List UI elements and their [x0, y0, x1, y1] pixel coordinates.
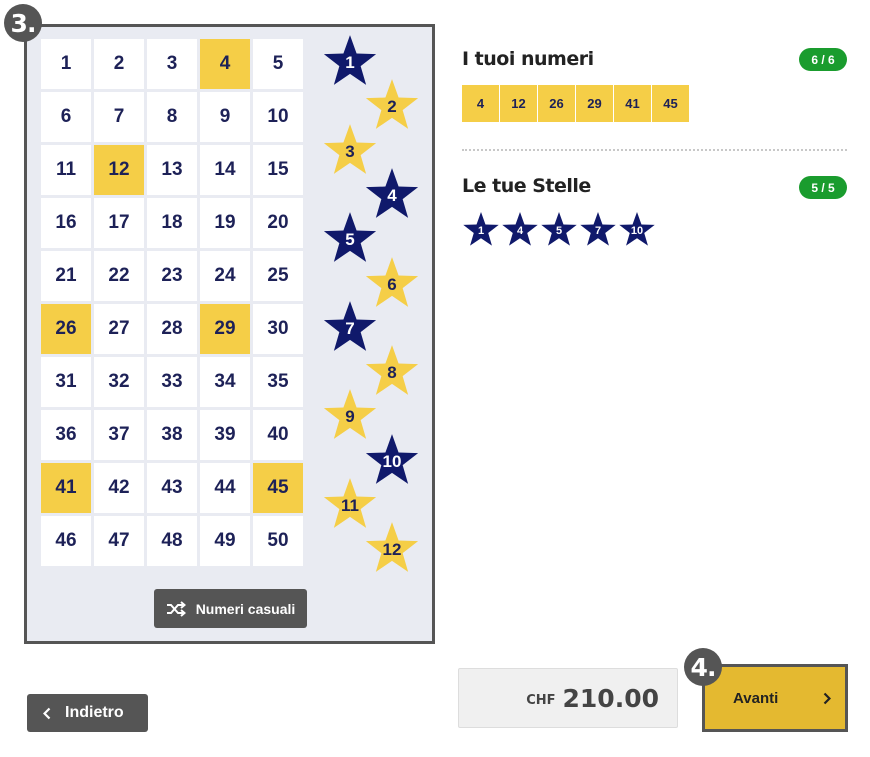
chosen-star: 4	[501, 211, 539, 248]
chosen-star: 5	[540, 211, 578, 248]
number-cell-33[interactable]: 33	[147, 357, 197, 407]
number-cell-38[interactable]: 38	[147, 410, 197, 460]
number-cell-35[interactable]: 35	[253, 357, 303, 407]
number-cell-34[interactable]: 34	[200, 357, 250, 407]
number-cell-30[interactable]: 30	[253, 304, 303, 354]
number-cell-12[interactable]: 12	[94, 145, 144, 195]
number-cell-20[interactable]: 20	[253, 198, 303, 248]
number-cell-32[interactable]: 32	[94, 357, 144, 407]
number-cell-10[interactable]: 10	[253, 92, 303, 142]
number-cell-42[interactable]: 42	[94, 463, 144, 513]
number-cell-5[interactable]: 5	[253, 39, 303, 89]
number-cell-41[interactable]: 41	[41, 463, 91, 513]
number-cell-1[interactable]: 1	[41, 39, 91, 89]
number-cell-25[interactable]: 25	[253, 251, 303, 301]
price-box: CHF 210.00	[458, 668, 678, 728]
price-value: 210.00	[562, 683, 659, 713]
number-cell-4[interactable]: 4	[200, 39, 250, 89]
star-button-12[interactable]: 12	[364, 521, 420, 575]
section-divider	[462, 149, 847, 151]
random-numbers-button[interactable]: Numeri casuali	[154, 589, 307, 628]
number-cell-14[interactable]: 14	[200, 145, 250, 195]
random-numbers-label: Numeri casuali	[195, 600, 296, 617]
star-number: 12	[382, 540, 402, 560]
chosen-star: 1	[462, 211, 500, 248]
number-cell-23[interactable]: 23	[147, 251, 197, 301]
next-button[interactable]: Avanti	[702, 664, 848, 732]
next-label: Avanti	[733, 689, 779, 707]
chosen-star-number: 7	[594, 225, 602, 237]
chosen-star-number: 4	[516, 225, 524, 237]
number-cell-3[interactable]: 3	[147, 39, 197, 89]
number-cell-15[interactable]: 15	[253, 145, 303, 195]
number-cell-24[interactable]: 24	[200, 251, 250, 301]
number-board: 1 2 3 4 5 6 7 8 9 10 11 12 13 14 15 16 17 18 19 20 21 22 23 24 2…	[24, 24, 435, 644]
number-cell-39[interactable]: 39	[200, 410, 250, 460]
chosen-number-chip: 45	[652, 85, 689, 122]
chosen-number-chip: 26	[538, 85, 575, 122]
number-cell-26[interactable]: 26	[41, 304, 91, 354]
numbers-count-badge: 6 / 6	[799, 48, 847, 71]
number-cell-28[interactable]: 28	[147, 304, 197, 354]
number-cell-19[interactable]: 19	[200, 198, 250, 248]
number-cell-40[interactable]: 40	[253, 410, 303, 460]
numbers-title: I tuoi numeri	[462, 48, 594, 70]
number-cell-21[interactable]: 21	[41, 251, 91, 301]
chosen-stars-list: 1 4 5 7 10	[462, 211, 656, 248]
number-cell-7[interactable]: 7	[94, 92, 144, 142]
number-cell-9[interactable]: 9	[200, 92, 250, 142]
chosen-star-number: 1	[477, 225, 485, 237]
number-cell-36[interactable]: 36	[41, 410, 91, 460]
number-cell-22[interactable]: 22	[94, 251, 144, 301]
number-cell-27[interactable]: 27	[94, 304, 144, 354]
chosen-number-chip: 41	[614, 85, 651, 122]
number-cell-16[interactable]: 16	[41, 198, 91, 248]
number-cell-44[interactable]: 44	[200, 463, 250, 513]
chosen-number-chip: 4	[462, 85, 499, 122]
number-cell-31[interactable]: 31	[41, 357, 91, 407]
number-cell-6[interactable]: 6	[41, 92, 91, 142]
chosen-numbers-list: 4 12 26 29 41 45	[462, 85, 689, 122]
number-cell-37[interactable]: 37	[94, 410, 144, 460]
number-cell-46[interactable]: 46	[41, 516, 91, 566]
chosen-number-chip: 29	[576, 85, 613, 122]
number-cell-17[interactable]: 17	[94, 198, 144, 248]
number-cell-29[interactable]: 29	[200, 304, 250, 354]
step-4-badge: 4.	[684, 648, 722, 686]
chosen-star-number: 10	[630, 225, 644, 237]
back-label: Indietro	[65, 704, 124, 721]
number-grid: 1 2 3 4 5 6 7 8 9 10 11 12 13 14 15 16 17 18 19 20 21 22 23 24 2…	[41, 39, 311, 569]
number-cell-8[interactable]: 8	[147, 92, 197, 142]
back-button[interactable]: Indietro	[27, 694, 148, 732]
currency-label: CHF	[526, 692, 556, 708]
chosen-star: 10	[618, 211, 656, 248]
chosen-number-chip: 12	[500, 85, 537, 122]
number-cell-47[interactable]: 47	[94, 516, 144, 566]
chosen-star-number: 5	[555, 225, 563, 237]
number-cell-43[interactable]: 43	[147, 463, 197, 513]
chevron-right-icon	[823, 692, 831, 704]
number-cell-13[interactable]: 13	[147, 145, 197, 195]
chosen-star: 7	[579, 211, 617, 248]
number-cell-50[interactable]: 50	[253, 516, 303, 566]
number-cell-11[interactable]: 11	[41, 145, 91, 195]
stars-title: Le tue Stelle	[462, 175, 591, 197]
number-cell-48[interactable]: 48	[147, 516, 197, 566]
stars-count-badge: 5 / 5	[799, 176, 847, 199]
chevron-left-icon	[43, 707, 51, 719]
number-cell-18[interactable]: 18	[147, 198, 197, 248]
number-cell-49[interactable]: 49	[200, 516, 250, 566]
step-3-badge: 3.	[4, 4, 42, 42]
number-cell-2[interactable]: 2	[94, 39, 144, 89]
number-cell-45[interactable]: 45	[253, 463, 303, 513]
shuffle-icon	[166, 600, 186, 617]
